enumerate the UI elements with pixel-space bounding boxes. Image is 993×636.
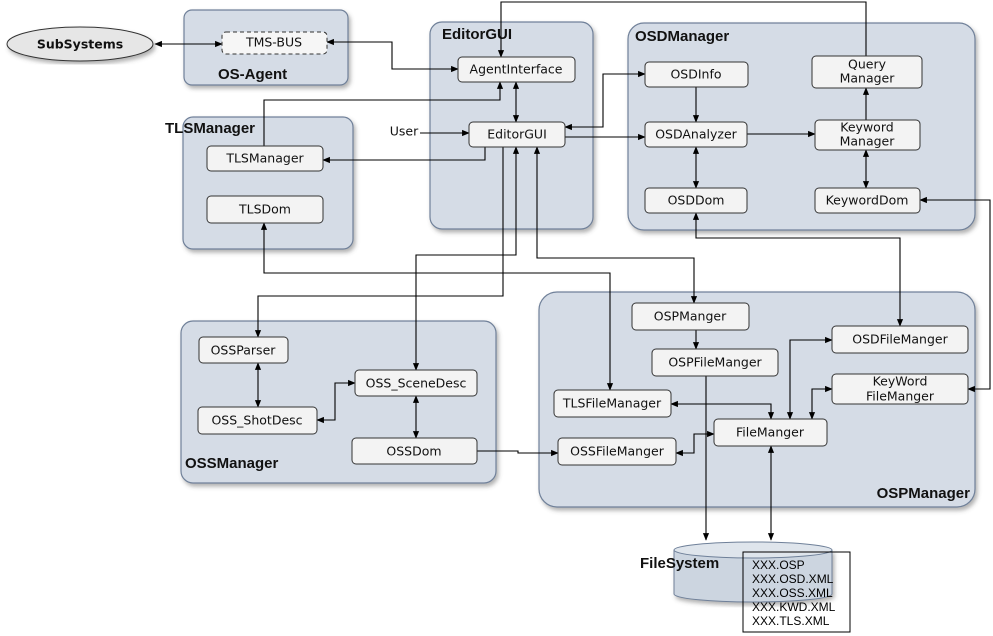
- osd-info-label: OSDInfo: [670, 67, 721, 82]
- osp-manger-label: OSPManger: [654, 309, 727, 324]
- osd-file-manger-label: OSDFileManger: [852, 332, 948, 347]
- group-title-osp-manager: OSPManager: [877, 485, 971, 502]
- keyword-manager-label: Manager: [840, 134, 896, 149]
- query-manager-label: Query: [848, 57, 887, 72]
- editor-gui-label: EditorGUI: [487, 127, 547, 142]
- file-item: XXX.KWD.XML: [752, 600, 836, 614]
- osp-file-manger-label: OSPFileManger: [668, 355, 762, 370]
- tls-manager-label: TLSManager: [225, 151, 304, 166]
- file-item: XXX.TLS.XML: [752, 614, 830, 628]
- file-manger-label: FileManger: [736, 425, 805, 440]
- keyword-file-manger-label: KeyWord: [873, 374, 928, 389]
- query-manager-label: Manager: [840, 71, 896, 86]
- file-item: XXX.OSP: [752, 558, 805, 572]
- oss-file-manger-label: OSSFileManger: [570, 444, 665, 459]
- file-item: XXX.OSS.XML: [752, 586, 833, 600]
- agent-interface-label: AgentInterface: [470, 62, 563, 77]
- file-item: XXX.OSD.XML: [752, 572, 834, 586]
- oss-parser-label: OSSParser: [211, 343, 277, 358]
- osd-analyzer-label: OSDAnalyzer: [655, 127, 737, 142]
- group-title-osd-manager: OSDManager: [635, 28, 729, 45]
- tms-bus-label: TMS-BUS: [245, 35, 302, 50]
- tls-dom-label: TLSDom: [238, 202, 291, 217]
- oss-dom-label: OSSDom: [386, 444, 441, 459]
- oss-scene-desc-label: OSS_SceneDesc: [366, 376, 467, 391]
- keyword-dom-label: KeywordDom: [826, 193, 909, 208]
- keyword-file-manger-label: FileManger: [866, 389, 935, 404]
- group-title-os-agent: OS-Agent: [218, 66, 287, 83]
- keyword-manager-label: Keyword: [840, 120, 893, 135]
- subsystems-label: SubSystems: [37, 37, 123, 52]
- file-system-title: FileSystem: [640, 555, 719, 572]
- osd-dom-label: OSDDom: [668, 193, 725, 208]
- group-title-oss-manager: OSSManager: [185, 455, 279, 472]
- group-title-tls-manager: TLSManager: [165, 120, 255, 137]
- tls-file-manager-label: TLSFileManager: [562, 396, 662, 411]
- architecture-diagram: OS-Agent EditorGUI OSDManager TLSManager…: [6, 1, 991, 633]
- user-label: User: [390, 124, 419, 139]
- oss-shot-desc-label: OSS_ShotDesc: [211, 413, 302, 428]
